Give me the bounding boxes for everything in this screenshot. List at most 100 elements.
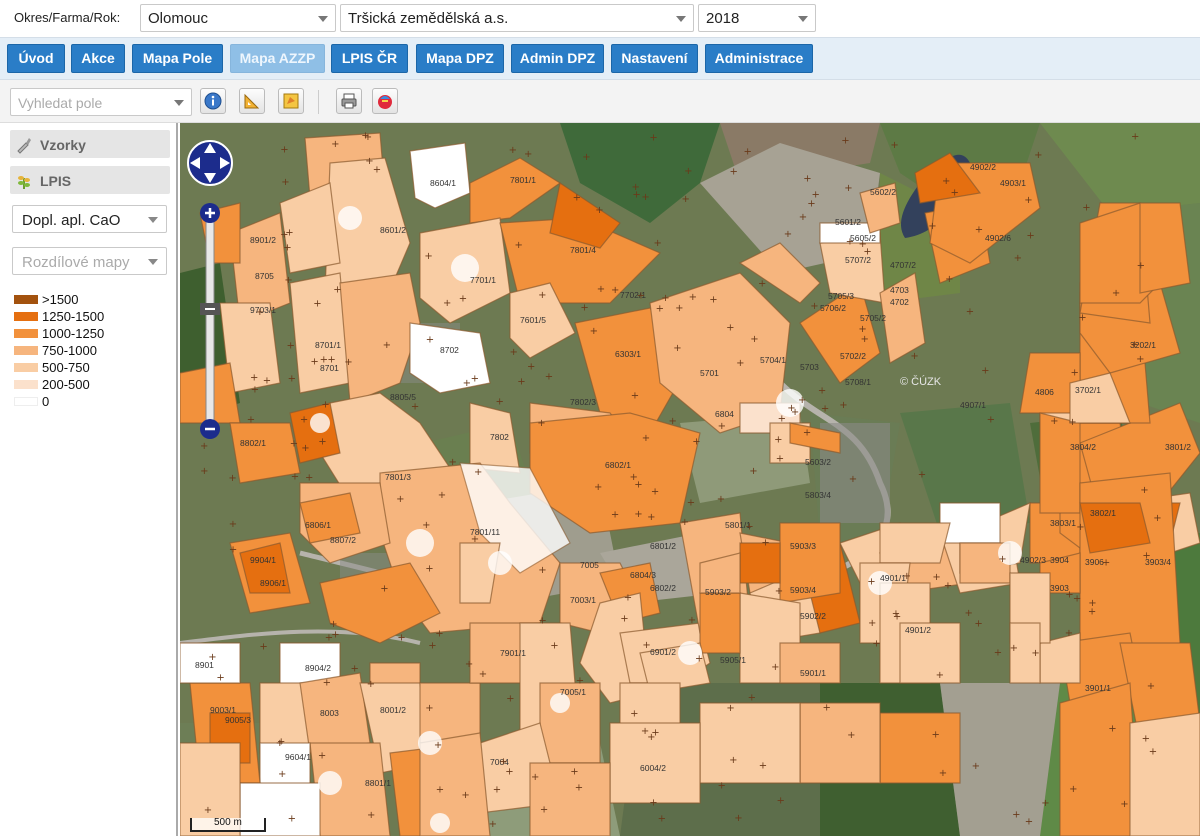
sample-marker[interactable]: + <box>582 152 590 163</box>
sample-marker[interactable]: + <box>1147 681 1155 692</box>
sample-marker[interactable]: + <box>750 334 758 345</box>
sample-marker[interactable]: + <box>972 761 980 772</box>
sample-marker[interactable]: + <box>310 356 318 367</box>
sample-marker[interactable]: + <box>461 790 469 801</box>
sample-marker[interactable]: + <box>736 358 744 369</box>
sample-marker[interactable]: + <box>718 421 726 432</box>
export-button[interactable] <box>372 88 398 114</box>
sample-marker[interactable]: + <box>630 709 638 720</box>
sample-marker[interactable]: + <box>634 509 642 520</box>
sample-marker[interactable]: + <box>744 147 752 158</box>
sample-marker[interactable]: + <box>208 652 216 663</box>
sample-marker[interactable]: + <box>745 521 753 532</box>
sample-marker[interactable]: + <box>280 229 288 240</box>
sample-marker[interactable]: + <box>673 343 681 354</box>
sample-marker[interactable]: + <box>1073 594 1081 605</box>
sample-marker[interactable]: + <box>798 395 806 406</box>
sample-marker[interactable]: + <box>863 246 871 257</box>
sample-marker[interactable]: + <box>597 284 605 295</box>
sample-marker[interactable]: + <box>654 238 662 249</box>
sample-marker[interactable]: + <box>682 194 690 205</box>
sample-marker[interactable]: + <box>200 441 208 452</box>
sample-marker[interactable]: + <box>695 653 703 664</box>
sample-marker[interactable]: + <box>471 534 479 545</box>
sample-marker[interactable]: + <box>436 785 444 796</box>
sample-marker[interactable]: + <box>799 212 807 223</box>
sample-marker[interactable]: + <box>1026 231 1034 242</box>
sample-marker[interactable]: + <box>903 571 911 582</box>
sample-marker[interactable]: + <box>918 470 926 481</box>
sample-marker[interactable]: + <box>1130 340 1138 351</box>
sample-marker[interactable]: + <box>1012 809 1020 820</box>
sample-marker[interactable]: + <box>250 373 258 384</box>
sample-marker[interactable]: + <box>776 454 784 465</box>
sample-marker[interactable]: + <box>471 373 479 384</box>
sample-marker[interactable]: + <box>1149 747 1157 758</box>
sample-marker[interactable]: + <box>689 292 697 303</box>
sample-marker[interactable]: + <box>649 133 657 144</box>
sample-marker[interactable]: + <box>974 618 982 629</box>
sample-marker[interactable]: + <box>364 132 372 143</box>
sample-marker[interactable]: + <box>928 221 936 232</box>
sample-marker[interactable]: + <box>465 659 473 670</box>
sample-marker[interactable]: + <box>329 619 337 630</box>
sample-marker[interactable]: + <box>538 616 546 627</box>
sample-marker[interactable]: + <box>868 618 876 629</box>
nav-uvod-button[interactable]: Úvod <box>7 44 65 73</box>
sample-marker[interactable]: + <box>425 563 433 574</box>
sample-marker[interactable]: + <box>709 295 717 306</box>
sample-marker[interactable]: + <box>290 439 298 450</box>
sample-marker[interactable]: + <box>259 642 267 653</box>
nav-mapa-pole-button[interactable]: Mapa Pole <box>132 44 223 73</box>
sample-marker[interactable]: + <box>344 357 352 368</box>
sample-marker[interactable]: + <box>658 813 666 824</box>
district-select[interactable]: Olomouc <box>140 4 336 32</box>
sample-marker[interactable]: + <box>749 466 757 477</box>
sample-marker[interactable]: + <box>333 285 341 296</box>
sample-marker[interactable]: + <box>730 166 738 177</box>
sample-marker[interactable]: + <box>867 576 875 587</box>
nav-administrace-button[interactable]: Administrace <box>705 44 813 73</box>
sample-marker[interactable]: + <box>775 586 783 597</box>
sample-marker[interactable]: + <box>1010 643 1018 654</box>
sample-marker[interactable]: + <box>758 279 766 290</box>
sample-marker[interactable]: + <box>1112 288 1120 299</box>
sample-marker[interactable]: + <box>761 537 769 548</box>
sample-marker[interactable]: + <box>435 629 443 640</box>
sample-marker[interactable]: + <box>313 298 321 309</box>
field-search-combobox[interactable]: Vyhledat pole <box>10 88 192 116</box>
sample-marker[interactable]: + <box>1050 416 1058 427</box>
sample-marker[interactable]: + <box>204 805 212 816</box>
map-view[interactable]: 8604/1 7801/1 4902/2 4903/1 5602/2 5601/2 5605… <box>180 123 1200 836</box>
nav-nastaveni-button[interactable]: Nastavení <box>611 44 698 73</box>
sample-marker[interactable]: + <box>1140 485 1148 496</box>
sample-marker[interactable]: + <box>944 580 952 591</box>
sample-marker[interactable]: + <box>1137 261 1145 272</box>
nav-mapa-azzp-button[interactable]: Mapa AZZP <box>230 44 325 73</box>
sample-marker[interactable]: + <box>861 334 869 345</box>
sample-marker[interactable]: + <box>987 414 995 425</box>
sample-marker[interactable]: + <box>717 494 725 505</box>
sample-marker[interactable]: + <box>323 677 331 688</box>
sample-marker[interactable]: + <box>331 630 339 641</box>
sample-marker[interactable]: + <box>656 303 664 314</box>
sample-marker[interactable]: + <box>428 641 436 652</box>
sample-marker[interactable]: + <box>726 703 734 714</box>
sample-marker[interactable]: + <box>281 177 289 188</box>
sample-marker[interactable]: + <box>216 673 224 684</box>
sample-marker[interactable]: + <box>550 641 558 652</box>
sample-marker[interactable]: + <box>624 593 632 604</box>
sample-marker[interactable]: + <box>642 433 650 444</box>
sample-marker[interactable]: + <box>647 512 655 523</box>
sample-marker[interactable]: + <box>774 434 782 445</box>
sample-marker[interactable]: + <box>1082 202 1090 213</box>
sample-marker[interactable]: + <box>632 190 640 201</box>
sample-marker[interactable]: + <box>936 670 944 681</box>
sample-marker[interactable]: + <box>247 415 255 426</box>
sample-marker[interactable]: + <box>1142 733 1150 744</box>
nav-mapa-dpz-button[interactable]: Mapa DPZ <box>416 44 504 73</box>
sample-marker[interactable]: + <box>1041 798 1049 809</box>
sample-marker[interactable]: + <box>397 632 405 643</box>
sample-marker[interactable]: + <box>1108 724 1116 735</box>
sample-marker[interactable]: + <box>595 205 603 216</box>
